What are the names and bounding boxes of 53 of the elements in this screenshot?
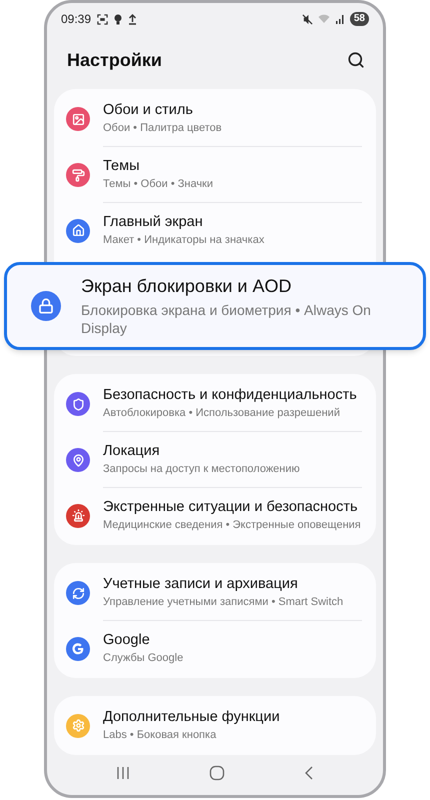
item-title: Темы	[103, 157, 140, 176]
item-subtitle: Темы • Обои • Значки	[103, 177, 214, 192]
item-subtitle: Автоблокировка • Использование разрешений	[103, 406, 341, 422]
page-title: Настройки	[67, 48, 162, 72]
sync-icon	[66, 581, 90, 606]
settings-item[interactable]: Google Службы Google	[54, 621, 376, 676]
wifi-icon	[318, 14, 330, 24]
upload-icon	[128, 14, 138, 25]
paint-roller-icon	[66, 163, 90, 188]
item-subtitle: Службы Google	[103, 651, 184, 666]
settings-item[interactable]: Локация Запросы на доступ к местоположению	[54, 432, 376, 488]
picture-icon	[66, 107, 90, 132]
map-pin-icon	[66, 448, 90, 472]
bulb-icon	[114, 14, 122, 25]
status-time: 09:39	[61, 11, 92, 28]
item-subtitle: Блокировка экрана и биометрия • Always On Display	[81, 301, 372, 338]
item-subtitle: Labs • Боковая кнопка	[103, 728, 218, 744]
settings-item[interactable]: Дополнительные функции Labs • Боковая кнопка	[54, 698, 376, 754]
settings-item[interactable]: Экстренные ситуации и безопасность Медицинские сведения • Экстренные оповещения	[54, 488, 376, 544]
settings-item[interactable]: Учетные записи и архивация Управление учетными записями • Smart Switch	[54, 565, 376, 622]
gear-icon	[66, 714, 90, 738]
settings-item[interactable]: Главный экран Макет • Индикаторы на значках	[54, 203, 376, 258]
shield-icon	[66, 392, 90, 416]
home-icon	[66, 218, 90, 243]
item-title: Безопасность и конфиденциальность	[103, 386, 358, 406]
settings-item[interactable]: Безопасность и конфиденциальность Автоблокировка • Использование разрешений	[54, 376, 376, 432]
search-button[interactable]	[347, 51, 365, 70]
screenshot-icon	[97, 14, 108, 25]
item-title: Обои и стиль	[103, 101, 194, 120]
item-title: Главный экран	[103, 213, 204, 232]
battery-indicator: 58	[350, 12, 369, 26]
item-title: Дополнительные функции	[103, 708, 281, 728]
item-title: Экран блокировки и AOD	[81, 275, 292, 298]
item-subtitle: Медицинские сведения • Экстренные оповещения	[103, 518, 362, 534]
settings-item[interactable]: Экран блокировки и AOD Блокировка экрана и биометрия • Always On Display	[4, 262, 426, 350]
item-subtitle: Макет • Индикаторы на значках	[103, 233, 266, 248]
g-letter-icon	[66, 636, 90, 661]
item-subtitle: Запросы на доступ к местоположению	[103, 462, 301, 478]
mute-icon	[302, 14, 313, 25]
settings-item[interactable]: Обои и стиль Обои • Палитра цветов	[54, 91, 376, 148]
item-title: Google	[103, 631, 151, 650]
item-title: Учетные записи и архивация	[103, 575, 299, 594]
siren-icon	[66, 504, 90, 528]
signal-icon	[334, 14, 345, 24]
back-icon[interactable]	[304, 766, 314, 780]
item-title: Экстренные ситуации и безопасность	[103, 498, 359, 518]
item-title: Локация	[103, 442, 161, 462]
recent-apps-icon[interactable]	[116, 766, 130, 780]
settings-item[interactable]: Темы Темы • Обои • Значки	[54, 147, 376, 204]
item-subtitle: Обои • Палитра цветов	[103, 121, 223, 136]
home-button-icon[interactable]	[208, 765, 225, 782]
item-subtitle: Управление учетными записями • Smart Switch	[103, 595, 344, 610]
lock-icon	[31, 291, 61, 322]
